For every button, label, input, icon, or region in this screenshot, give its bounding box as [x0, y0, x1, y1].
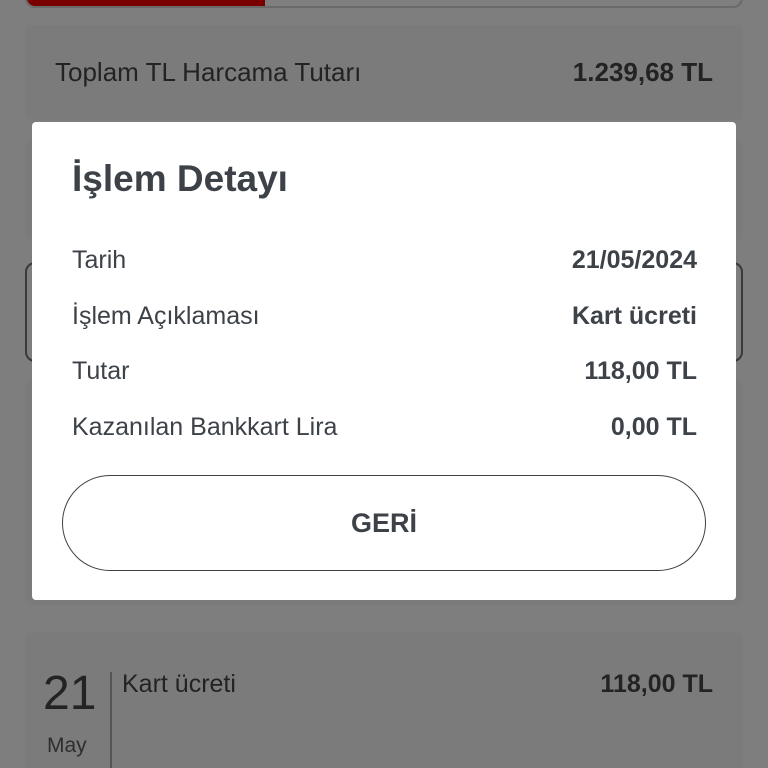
- top-tabs: [25, 0, 743, 8]
- transaction-amount: 118,00 TL: [600, 670, 713, 698]
- detail-value: 0,00 TL: [610, 413, 697, 441]
- transaction-month: May: [47, 734, 87, 757]
- detail-row-amount: Tutar 118,00 TL: [72, 357, 697, 386]
- detail-row-earned-points: Kazanılan Bankkart Lira 0,00 TL: [72, 413, 697, 442]
- total-spending-card: Toplam TL Harcama Tutarı 1.239,68 TL: [25, 25, 743, 120]
- transaction-detail-dialog: İşlem Detayı Tarih 21/05/2024 İşlem Açık…: [32, 122, 736, 600]
- detail-row-date: Tarih 21/05/2024: [72, 246, 697, 275]
- detail-label: Tarih: [72, 246, 127, 274]
- transaction-description: Kart ücreti: [122, 670, 236, 698]
- total-spending-label: Toplam TL Harcama Tutarı: [55, 57, 362, 87]
- detail-label: Kazanılan Bankkart Lira: [72, 413, 338, 441]
- detail-value: Kart ücreti: [571, 302, 697, 330]
- back-button[interactable]: GERİ: [62, 475, 706, 571]
- dialog-title: İşlem Detayı: [72, 158, 288, 199]
- active-tab-indicator: [27, 0, 265, 6]
- detail-value: 118,00 TL: [584, 357, 697, 385]
- screen: Toplam TL Harcama Tutarı 1.239,68 TL 21 …: [0, 0, 768, 768]
- transaction-day: 21: [43, 667, 97, 720]
- detail-label: Tutar: [72, 357, 130, 385]
- transaction-divider: [110, 672, 112, 768]
- detail-row-description: İşlem Açıklaması Kart ücreti: [72, 302, 697, 331]
- total-spending-value: 1.239,68 TL: [572, 57, 713, 87]
- detail-value: 21/05/2024: [571, 246, 697, 274]
- detail-label: İşlem Açıklaması: [72, 302, 260, 330]
- transaction-list-item: 21 May Kart ücreti 118,00 TL: [25, 632, 743, 768]
